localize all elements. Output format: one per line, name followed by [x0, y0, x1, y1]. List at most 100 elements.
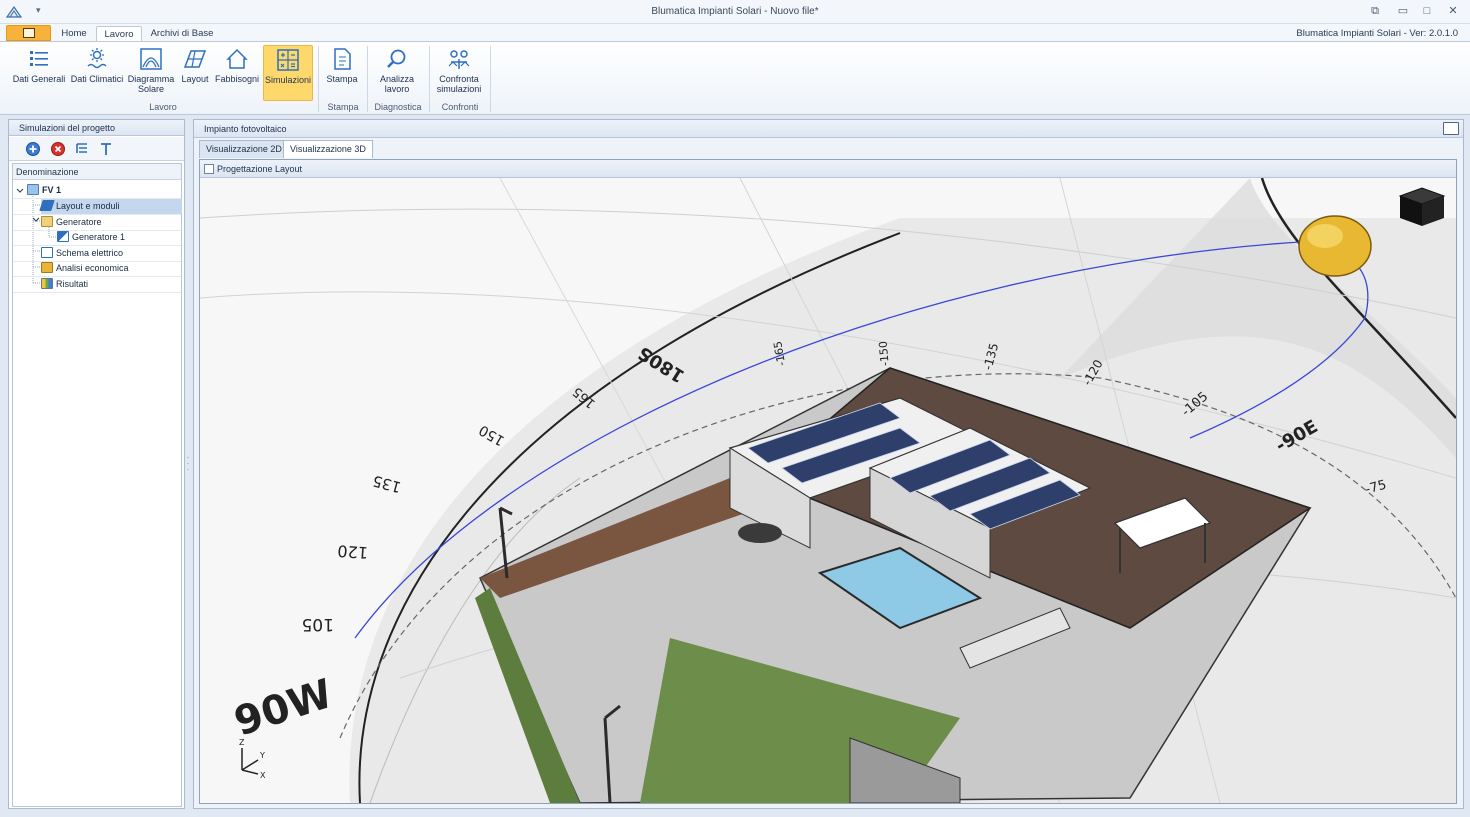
file-menu-icon	[22, 28, 35, 38]
close-button[interactable]: ✕	[1442, 3, 1464, 19]
tree-item-analisi-economica[interactable]: Analisi economica	[41, 261, 129, 276]
layout-label: Layout	[181, 74, 209, 84]
group-separator	[490, 46, 491, 112]
tree-item-risultati[interactable]: Risultati	[41, 277, 88, 292]
group-label-lavoro: Lavoro	[149, 102, 177, 112]
tree-item-schema-elettrico[interactable]: Schema elettrico	[41, 246, 123, 261]
tree-column-header: Denominazione	[13, 164, 181, 180]
tree-item-generatore[interactable]: Generatore	[41, 215, 102, 230]
tree-item-label: Layout e moduli	[56, 201, 120, 211]
compass-label-105: 105	[302, 614, 334, 634]
dati-generali-button[interactable]: Dati Generali	[12, 45, 66, 101]
title-bar: ▾ Blumatica Impianti Solari - Nuovo file…	[0, 0, 1470, 24]
group-label-stampa: Stampa	[327, 102, 359, 112]
generator-icon	[57, 231, 69, 242]
group-separator	[318, 46, 319, 112]
group-label-diagnostica: Diagnostica	[374, 102, 422, 112]
panel-splitter[interactable]: · · ·	[186, 454, 190, 474]
coins-icon	[41, 262, 53, 273]
layout-button[interactable]: Layout	[178, 45, 212, 101]
simulations-panel-title: Simulazioni del progetto	[9, 120, 184, 136]
schema-icon	[41, 247, 53, 258]
window-title: Blumatica Impianti Solari - Nuovo file*	[651, 6, 819, 17]
calculator-icon	[277, 49, 299, 71]
restore-layout-icon[interactable]: ⧉	[1364, 3, 1386, 19]
simulations-panel: Simulazioni del progetto Denominazione F…	[8, 119, 185, 809]
ribbon: Dati Generali Dati Climatici Diagramma S…	[0, 41, 1470, 115]
diagramma-solare-label: Diagramma Solare	[127, 74, 175, 94]
tab-visualizzazione-2d[interactable]: Visualizzazione 2D	[199, 140, 289, 158]
tree-item-label: Generatore 1	[72, 232, 126, 242]
solar-panel-icon	[183, 50, 207, 68]
sun-icon[interactable]	[1298, 215, 1372, 277]
compass-label-minus150: -150	[877, 340, 892, 366]
sun-highlight	[1307, 224, 1343, 248]
tree-item-label: Analisi economica	[56, 263, 129, 273]
axis-labels: Z Y X	[239, 738, 266, 780]
tree-item-generatore-1[interactable]: Generatore 1	[57, 230, 125, 245]
main-panel-title-text: Impianto fotovoltaico	[204, 124, 287, 134]
confronta-simulazioni-label: Confronta simulazioni	[436, 74, 482, 94]
compass-label-135: 135	[371, 472, 403, 497]
simulations-toolbar	[9, 137, 184, 161]
delete-icon[interactable]	[50, 141, 66, 157]
fabbisogni-button[interactable]: Fabbisogni	[215, 45, 259, 101]
simulazioni-button[interactable]: Simulazioni	[263, 45, 313, 101]
axis-label-x: X	[260, 771, 266, 780]
minimize-button[interactable]: ▭	[1392, 3, 1414, 19]
dati-generali-label: Dati Generali	[12, 74, 66, 84]
viewport-title: Progettazione Layout	[217, 164, 303, 174]
diagramma-solare-button[interactable]: Diagramma Solare	[127, 45, 175, 101]
climate-icon	[87, 48, 107, 69]
main-panel: Impianto fotovoltaico Visualizzazione 2D…	[193, 119, 1464, 809]
view-cube[interactable]	[1398, 187, 1446, 226]
expand-all-icon[interactable]	[74, 141, 90, 157]
simulazioni-label: Simulazioni	[264, 75, 312, 85]
analizza-lavoro-button[interactable]: Analizza lavoro	[374, 45, 420, 101]
3d-viewport[interactable]: 90W 105 120 135 150 165 180S -165 -150 -…	[200, 178, 1456, 803]
parked-car	[738, 523, 782, 543]
row-divider	[13, 276, 181, 277]
house-icon	[226, 48, 248, 69]
group-separator	[367, 46, 368, 112]
tab-visualizzazione-3d[interactable]: Visualizzazione 3D	[283, 140, 373, 158]
tree-item-label: Risultati	[56, 279, 89, 289]
maximize-button[interactable]: □	[1416, 3, 1438, 19]
tree-item-label: Schema elettrico	[56, 248, 124, 258]
fabbisogni-label: Fabbisogni	[215, 74, 260, 84]
ribbon-tab-row: Home Lavoro Archivi di Base Blumatica Im…	[0, 24, 1470, 42]
panel-dock-icon[interactable]	[1443, 122, 1459, 135]
results-chart-icon	[41, 278, 53, 289]
solar-diagram-icon	[140, 48, 162, 70]
dati-climatici-label: Dati Climatici	[70, 74, 124, 84]
stampa-button[interactable]: Stampa	[324, 45, 360, 101]
main-panel-title: Impianto fotovoltaico	[194, 120, 1463, 138]
row-divider	[13, 292, 181, 293]
dati-climatici-button[interactable]: Dati Climatici	[70, 45, 124, 101]
tree-item-label: Generatore	[56, 217, 102, 227]
tree-item-layout-moduli[interactable]: Layout e moduli	[39, 199, 182, 214]
list-icon	[30, 51, 48, 66]
confronta-simulazioni-button[interactable]: Confronta simulazioni	[434, 45, 484, 101]
file-menu-button[interactable]	[6, 25, 51, 41]
analizza-lavoro-label: Analizza lavoro	[379, 74, 415, 94]
axis-label-z: Z	[239, 738, 245, 747]
tab-archivi-di-base[interactable]: Archivi di Base	[148, 26, 216, 42]
axis-label-y: Y	[259, 751, 265, 760]
collapse-all-icon[interactable]	[98, 141, 114, 157]
compass-label-150: 150	[476, 421, 507, 448]
add-icon[interactable]	[25, 141, 41, 157]
layout-design-icon	[204, 164, 214, 174]
tab-lavoro[interactable]: Lavoro	[96, 26, 142, 42]
group-label-confronti: Confronti	[441, 102, 479, 112]
3d-scene: 90W 105 120 135 150 165 180S -165 -150 -…	[200, 178, 1456, 803]
compare-icon	[448, 50, 470, 69]
viewport-header: Progettazione Layout	[200, 160, 1456, 178]
group-separator	[429, 46, 430, 112]
stampa-label: Stampa	[326, 74, 358, 84]
simulations-tree: Denominazione FV 1 Layout e moduli Gener…	[12, 163, 182, 807]
print-document-icon	[334, 48, 351, 70]
tab-home[interactable]: Home	[56, 26, 92, 42]
folder-icon	[41, 216, 53, 227]
tree-item-fv1[interactable]: FV 1	[27, 183, 61, 198]
